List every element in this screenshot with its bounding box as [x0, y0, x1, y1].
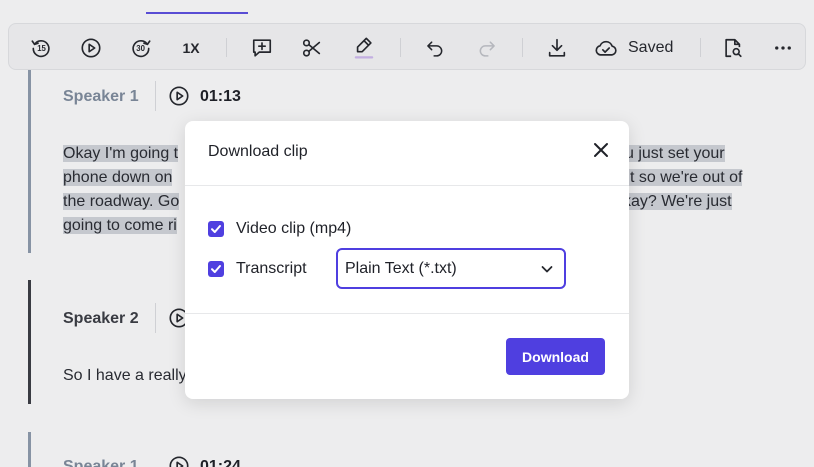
dialog-title: Download clip	[208, 143, 308, 160]
dialog-divider	[185, 313, 629, 314]
transcript-checkbox[interactable]	[208, 261, 224, 277]
chevron-down-icon	[541, 266, 553, 273]
video-clip-label[interactable]: Video clip (mp4)	[236, 220, 351, 238]
checkmark-icon	[211, 225, 221, 233]
selected-format: Plain Text (*.txt)	[345, 260, 457, 277]
dialog-divider	[185, 185, 629, 186]
transcript-format-select[interactable]: Plain Text (*.txt)	[336, 248, 566, 289]
download-clip-dialog: Download clip Video clip (mp4) Transcrip…	[185, 121, 629, 399]
download-clip-button[interactable]: Download	[506, 338, 605, 375]
checkmark-icon	[211, 265, 221, 273]
close-dialog-button[interactable]	[590, 139, 612, 161]
transcript-label[interactable]: Transcript	[236, 260, 307, 278]
close-icon	[594, 143, 608, 157]
video-clip-checkbox[interactable]	[208, 221, 224, 237]
